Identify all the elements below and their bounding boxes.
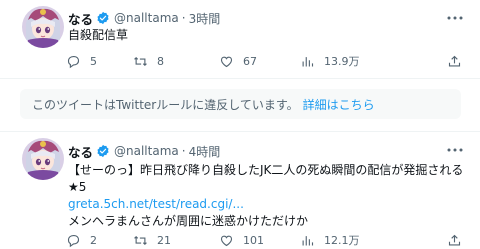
timestamp[interactable]: 4時間 <box>189 143 221 160</box>
timestamp[interactable]: 3時間 <box>189 10 221 27</box>
tweet-text-line: 【せーのっ】昨日飛び降り自殺したJK二人の死ぬ瞬間の配信が発掘される <box>68 163 464 177</box>
tweet-actions: 2 21 101 12.1万 <box>66 231 462 249</box>
display-name[interactable]: なる <box>68 9 93 28</box>
tweet-actions: 5 8 67 13.9万 <box>66 52 462 70</box>
more-options-icon[interactable] <box>446 143 464 157</box>
views-chart-icon <box>302 56 314 66</box>
avatar[interactable] <box>22 6 64 48</box>
tweet-text: 自殺配信草 <box>68 28 129 42</box>
verified-badge-icon <box>97 11 109 25</box>
tweet-text-line: メンヘラまんさんが周囲に迷惑かけただけか <box>68 214 309 228</box>
more-options-icon[interactable] <box>446 11 464 25</box>
user-handle[interactable]: @nalltama <box>114 11 179 25</box>
like-button[interactable]: 101 <box>219 233 300 248</box>
views-button[interactable]: 13.9万 <box>300 53 430 69</box>
heart-icon <box>220 235 233 246</box>
views-chart-icon <box>302 235 314 245</box>
notice-text: このツイートはTwitterルールに違反しています。 <box>32 97 299 112</box>
tweet[interactable]: なる @nalltama · 4時間 【せーのっ】昨日飛び降り自殺したJK二人の… <box>0 132 480 249</box>
verified-badge-icon <box>97 144 109 158</box>
tweet[interactable]: なる @nalltama · 3時間 自殺配信草 5 8 67 13.9万 <box>0 0 480 78</box>
separator: · <box>181 144 186 158</box>
view-count: 13.9万 <box>324 55 360 68</box>
reply-count: 2 <box>90 233 97 247</box>
share-button[interactable] <box>447 54 462 69</box>
tweet-text-line: ★5 <box>68 180 87 194</box>
reply-icon <box>67 55 80 68</box>
separator: · <box>181 11 186 25</box>
retweet-button[interactable]: 21 <box>133 233 219 248</box>
share-button[interactable] <box>447 233 462 248</box>
user-handle[interactable]: @nalltama <box>114 144 179 158</box>
share-icon <box>448 55 461 66</box>
display-name[interactable]: なる <box>68 142 93 161</box>
divider <box>0 78 480 79</box>
retweet-icon <box>134 235 147 245</box>
reply-count: 5 <box>90 54 97 68</box>
share-icon <box>448 234 461 245</box>
retweet-button[interactable]: 8 <box>133 54 219 69</box>
view-count: 12.1万 <box>324 234 360 247</box>
reply-button[interactable]: 2 <box>66 233 133 248</box>
like-count: 101 <box>243 233 264 247</box>
tweet-text: 【せーのっ】昨日飛び降り自殺したJK二人の死ぬ瞬間の配信が発掘される ★5 gr… <box>68 162 466 230</box>
like-count: 67 <box>243 54 257 68</box>
details-link[interactable]: 詳細はこちら <box>303 96 375 113</box>
views-button[interactable]: 12.1万 <box>300 232 430 248</box>
heart-icon <box>220 56 233 67</box>
retweet-icon <box>134 56 147 66</box>
retweet-count: 8 <box>157 54 164 68</box>
rule-violation-notice: このツイートはTwitterルールに違反しています。 詳細はこちら <box>20 89 461 119</box>
tweet-link[interactable]: greta.5ch.net/test/read.cgi/... <box>68 196 466 213</box>
retweet-count: 21 <box>157 233 171 247</box>
reply-button[interactable]: 5 <box>66 54 133 69</box>
reply-icon <box>67 234 80 247</box>
avatar[interactable] <box>22 138 64 180</box>
like-button[interactable]: 67 <box>219 54 300 69</box>
